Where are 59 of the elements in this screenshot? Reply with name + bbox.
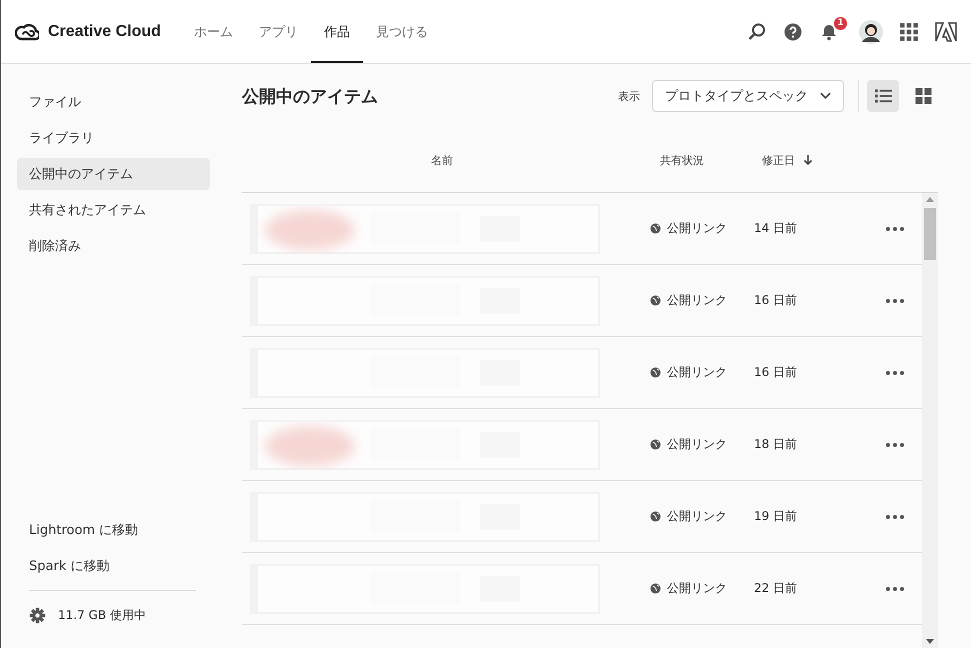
view-label: 表示 bbox=[618, 88, 640, 104]
avatar-icon[interactable] bbox=[859, 20, 883, 44]
globe-icon bbox=[650, 367, 661, 378]
share-status: 公開リンク bbox=[667, 436, 727, 453]
modified-date: 16 日前 bbox=[754, 364, 798, 381]
globe-icon bbox=[650, 295, 661, 306]
nav-tab[interactable]: 見つける bbox=[362, 0, 441, 63]
more-icon bbox=[886, 514, 904, 518]
more-icon bbox=[886, 370, 904, 374]
sidebar-item[interactable]: 削除済み bbox=[17, 230, 210, 262]
sort-down-icon[interactable] bbox=[803, 154, 813, 166]
nav-tab[interactable]: アプリ bbox=[246, 0, 311, 63]
creative-cloud-logo-icon bbox=[15, 22, 39, 40]
globe-icon bbox=[650, 439, 661, 450]
modified-date: 22 日前 bbox=[754, 580, 798, 597]
globe-icon bbox=[650, 583, 661, 594]
column-header[interactable]: 修正日 bbox=[762, 152, 795, 168]
nav-tab[interactable]: ホーム bbox=[180, 0, 246, 63]
share-status: 公開リンク bbox=[667, 580, 727, 597]
column-header[interactable]: 共有状況 bbox=[642, 152, 754, 168]
list-view-button[interactable] bbox=[867, 80, 899, 112]
apps-grid-icon[interactable] bbox=[899, 22, 919, 42]
storage-usage: 11.7 GB 使用中 bbox=[58, 607, 146, 624]
share-status: 公開リンク bbox=[667, 292, 727, 309]
grid-icon bbox=[914, 88, 932, 104]
brand-name: Creative Cloud bbox=[48, 22, 161, 40]
view-dropdown[interactable]: プロトタイプとスペック bbox=[652, 80, 844, 112]
scrollbar[interactable] bbox=[922, 193, 938, 648]
app-link[interactable]: Lightroom に移動 bbox=[17, 512, 210, 548]
globe-icon bbox=[650, 511, 661, 522]
globe-icon bbox=[650, 223, 661, 234]
sidebar-item[interactable]: 公開中のアイテム bbox=[17, 158, 210, 190]
share-status: 公開リンク bbox=[667, 220, 727, 237]
scroll-thumb[interactable] bbox=[924, 208, 936, 260]
search-icon[interactable] bbox=[747, 22, 767, 42]
help-icon[interactable] bbox=[783, 22, 803, 42]
settings-icon[interactable] bbox=[29, 607, 46, 624]
more-icon bbox=[886, 586, 904, 590]
more-icon bbox=[886, 298, 904, 302]
modified-date: 14 日前 bbox=[754, 220, 798, 237]
sidebar-item[interactable]: ファイル bbox=[17, 86, 210, 118]
share-status: 公開リンク bbox=[667, 364, 727, 381]
list-icon bbox=[874, 88, 892, 104]
modified-date: 19 日前 bbox=[754, 508, 798, 525]
chevron-down-icon bbox=[820, 92, 831, 100]
modified-date: 18 日前 bbox=[754, 436, 798, 453]
adobe-logo-icon[interactable] bbox=[935, 22, 957, 42]
scroll-down-icon[interactable] bbox=[926, 639, 934, 644]
more-icon bbox=[886, 226, 904, 230]
page-title: 公開中のアイテム bbox=[242, 86, 378, 108]
nav-tab[interactable]: 作品 bbox=[310, 0, 363, 63]
sidebar-item[interactable]: ライブラリ bbox=[17, 122, 210, 154]
modified-date: 16 日前 bbox=[754, 292, 798, 309]
column-header[interactable]: 名前 bbox=[242, 152, 642, 168]
app-link[interactable]: Spark に移動 bbox=[17, 548, 210, 584]
notification-badge: 1 bbox=[833, 16, 848, 30]
more-icon bbox=[886, 442, 904, 446]
sidebar-item[interactable]: 共有されたアイテム bbox=[17, 194, 210, 226]
share-status: 公開リンク bbox=[667, 508, 727, 525]
